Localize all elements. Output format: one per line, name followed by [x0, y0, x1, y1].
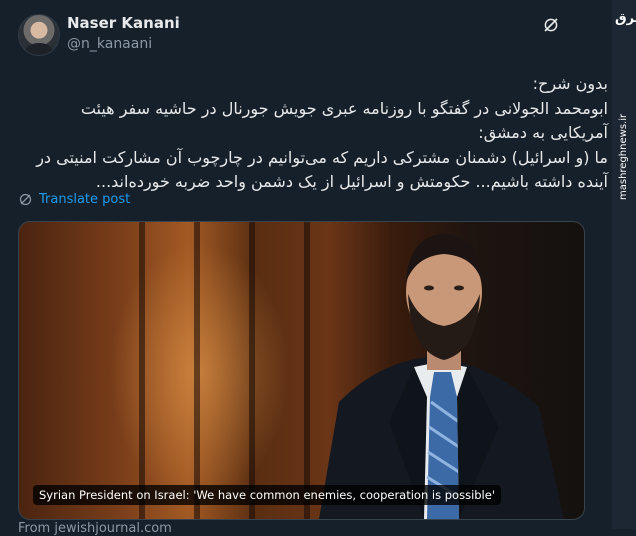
globe-translate-icon — [19, 193, 32, 206]
translate-label[interactable]: Translate post — [39, 192, 130, 207]
watermark-url: mashreghnews.ir — [618, 113, 629, 200]
grok-icon[interactable] — [542, 16, 560, 34]
tweet-card[interactable]: Naser Kanani @n_kanaani بدون شرح: ابومحم… — [0, 0, 612, 536]
tweet-text: بدون شرح: ابومحمد الجولانی در گفتگو با ر… — [36, 74, 608, 191]
watermark-logo: مشرق — [615, 11, 636, 26]
person-photo — [319, 234, 564, 519]
author-name[interactable]: Naser Kanani — [67, 14, 180, 32]
author-handle[interactable]: @n_kanaani — [67, 36, 152, 52]
avatar[interactable] — [18, 14, 60, 56]
watermark-strip: مشرق mashreghnews.ir — [612, 0, 636, 529]
media-caption: Syrian President on Israel: 'We have com… — [33, 485, 501, 505]
translate-post-link[interactable]: Translate post — [18, 192, 130, 207]
media-card[interactable]: Syrian President on Israel: 'We have com… — [18, 221, 585, 520]
